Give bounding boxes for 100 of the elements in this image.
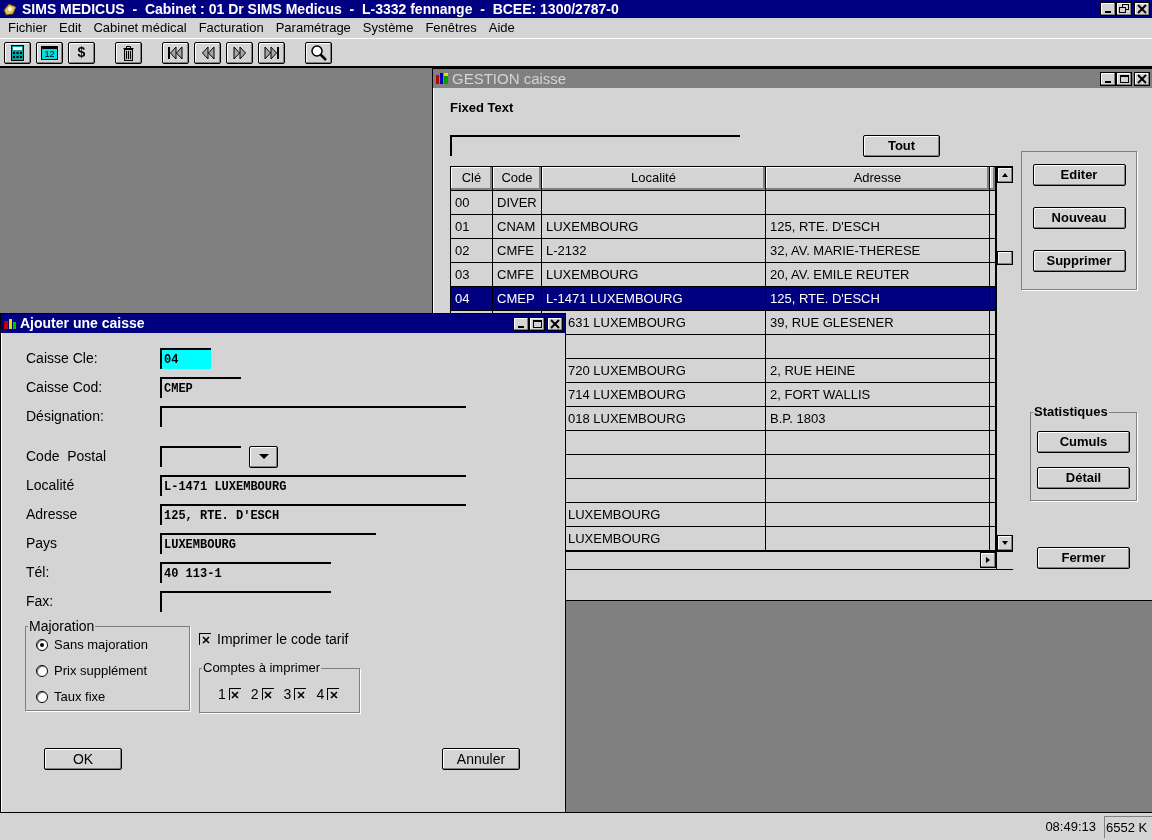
calculator-icon (9, 43, 26, 62)
input-field[interactable] (160, 446, 241, 467)
minimize-button[interactable] (1100, 71, 1116, 86)
checkbox[interactable] (327, 688, 340, 701)
all-button[interactable]: Tout (863, 134, 940, 157)
window-icon (3, 316, 17, 331)
menu-item[interactable]: Fenêtres (419, 20, 483, 36)
option-label: Taux fixe (54, 689, 106, 705)
check-icon (295, 690, 306, 700)
radio-button[interactable] (36, 665, 48, 677)
action-button[interactable]: Nouveau (1032, 207, 1126, 229)
input-field[interactable]: 04 (160, 348, 211, 369)
checkbox[interactable] (261, 688, 274, 701)
close-button[interactable] (1134, 71, 1150, 86)
radio-button[interactable] (36, 639, 48, 651)
input-field[interactable]: LUXEMBOURG (160, 533, 376, 554)
dropdown-button[interactable] (249, 445, 278, 468)
checkbox-label: 3 (283, 686, 292, 703)
input-field[interactable] (160, 591, 331, 612)
menu-item[interactable]: Facturation (192, 20, 270, 36)
menu-item[interactable]: Paramétrage (269, 20, 357, 36)
table-cell: 2, FORT WALLIS (766, 382, 990, 407)
filter-field[interactable] (450, 135, 740, 157)
minimize-button[interactable] (1100, 2, 1116, 16)
checkbox[interactable] (228, 688, 241, 701)
calendar-button[interactable]: 12 (36, 41, 63, 64)
table-cell: LUXEMBOURG (542, 214, 766, 239)
menu-item[interactable]: Fichier (2, 20, 53, 36)
statistics-button[interactable]: Cumuls (1037, 431, 1130, 453)
column-header[interactable]: Adresse (766, 166, 990, 191)
close-icon (1136, 4, 1148, 14)
next-button[interactable] (226, 41, 253, 64)
restore-button[interactable] (1116, 2, 1132, 16)
maximize-button[interactable] (1116, 71, 1132, 86)
field-label: Adresse (25, 506, 79, 523)
scroll-thumb[interactable] (997, 250, 1013, 265)
dialog-button[interactable]: Annuler (442, 748, 520, 770)
field-label: Localité (25, 477, 76, 494)
calculator-button[interactable] (4, 41, 31, 64)
field-label: Caisse Cod: (25, 379, 104, 396)
right-arrow-icon (985, 555, 991, 564)
action-button[interactable]: Supprimer (1032, 250, 1126, 272)
column-header[interactable]: Code (493, 166, 542, 191)
table-cell: CMFE (493, 262, 542, 287)
table-cell: DIVER (493, 190, 542, 215)
up-arrow-icon (1001, 171, 1009, 178)
previous-button[interactable] (194, 41, 221, 64)
close-button[interactable] (1134, 2, 1150, 16)
table-cell: 02 (451, 238, 493, 263)
first-record-button[interactable] (162, 41, 189, 64)
table-cell: 39, RUE GLESENER (766, 310, 990, 335)
column-header[interactable]: Clé (451, 166, 493, 191)
field-label: Pays (25, 535, 59, 552)
last-record-button[interactable] (258, 41, 285, 64)
close-window-button[interactable]: Fermer (1037, 547, 1130, 569)
input-field[interactable]: 125, RTE. D'ESCH (160, 504, 466, 525)
column-header[interactable]: Localité (542, 166, 766, 191)
delete-button[interactable] (115, 41, 142, 64)
table-cell: 125, RTE. D'ESCH (766, 214, 990, 239)
check-icon (230, 690, 241, 700)
search-button[interactable] (305, 41, 332, 64)
menu-item[interactable]: Edit (53, 20, 88, 36)
dollar-button[interactable]: $ (68, 41, 95, 64)
column-header[interactable] (990, 166, 996, 191)
menu-item[interactable]: Système (356, 20, 420, 36)
table-cell: CMEP (493, 286, 542, 311)
close-icon (549, 318, 561, 329)
scroll-right-button[interactable] (980, 551, 996, 568)
table-cell: LUXEMBOURG (542, 262, 766, 287)
check-icon (263, 690, 274, 700)
table-cell: 01 (451, 214, 493, 239)
checkbox[interactable] (294, 688, 307, 701)
minimize-icon (1105, 80, 1111, 83)
radio-button[interactable] (36, 691, 48, 703)
field-label: Tél: (25, 564, 51, 581)
menu-item[interactable]: Cabinet médical (87, 20, 193, 36)
action-button[interactable]: Editer (1032, 164, 1126, 186)
check-icon (328, 690, 339, 700)
input-field[interactable] (160, 406, 466, 427)
input-field[interactable]: L-1471 LUXEMBOURG (160, 475, 466, 496)
minimize-button[interactable] (513, 316, 529, 331)
option-label: Sans majoration (54, 637, 148, 653)
checkbox[interactable] (199, 633, 211, 645)
table-cell: 03 (451, 262, 493, 287)
input-field[interactable]: CMEP (160, 377, 241, 398)
group-title: Majoration (28, 619, 96, 633)
checkbox-label: 2 (250, 686, 259, 703)
scroll-down-button[interactable] (997, 534, 1013, 551)
vertical-scrollbar[interactable] (996, 166, 1013, 551)
maximize-button[interactable] (529, 316, 545, 331)
scroll-up-button[interactable] (997, 166, 1013, 183)
input-field[interactable]: 40 113-1 (160, 562, 331, 583)
table-cell: 125, RTE. D'ESCH (766, 286, 990, 311)
restore-icon (1118, 4, 1130, 14)
table-cell: L-2132 (542, 238, 766, 263)
menu-item[interactable]: Aide (482, 20, 521, 36)
dialog-button[interactable]: OK (44, 748, 122, 770)
statistics-button[interactable]: Détail (1037, 467, 1130, 489)
close-button[interactable] (547, 316, 563, 331)
checkbox-label: Imprimer le code tarif (217, 630, 349, 648)
